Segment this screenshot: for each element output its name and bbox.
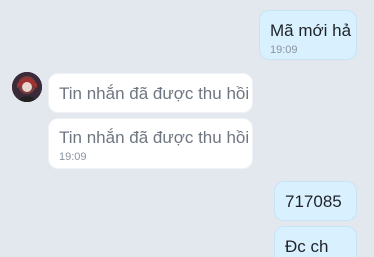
- message-text: Mã mới hả: [270, 21, 352, 40]
- message-bubble-sent[interactable]: Mã mới hả 19:09: [259, 10, 357, 60]
- message-text: Đc ch: [285, 237, 329, 256]
- sender-avatar[interactable]: [12, 72, 42, 102]
- message-time: 19:09: [59, 151, 87, 163]
- recalled-message-text: Tin nhắn đã được thu hồi: [59, 84, 250, 103]
- message-bubble-received[interactable]: Tin nhắn đã được thu hồi 19:09: [48, 118, 253, 169]
- recalled-message-text: Tin nhắn đã được thu hồi: [59, 128, 250, 147]
- message-bubble-received[interactable]: Tin nhắn đã được thu hồi: [48, 73, 253, 113]
- avatar-image: [12, 72, 42, 102]
- message-time: 19:09: [270, 44, 298, 56]
- message-text: 717085: [285, 192, 342, 211]
- message-bubble-sent[interactable]: Đc ch: [274, 226, 357, 257]
- message-bubble-sent[interactable]: 717085: [274, 181, 357, 221]
